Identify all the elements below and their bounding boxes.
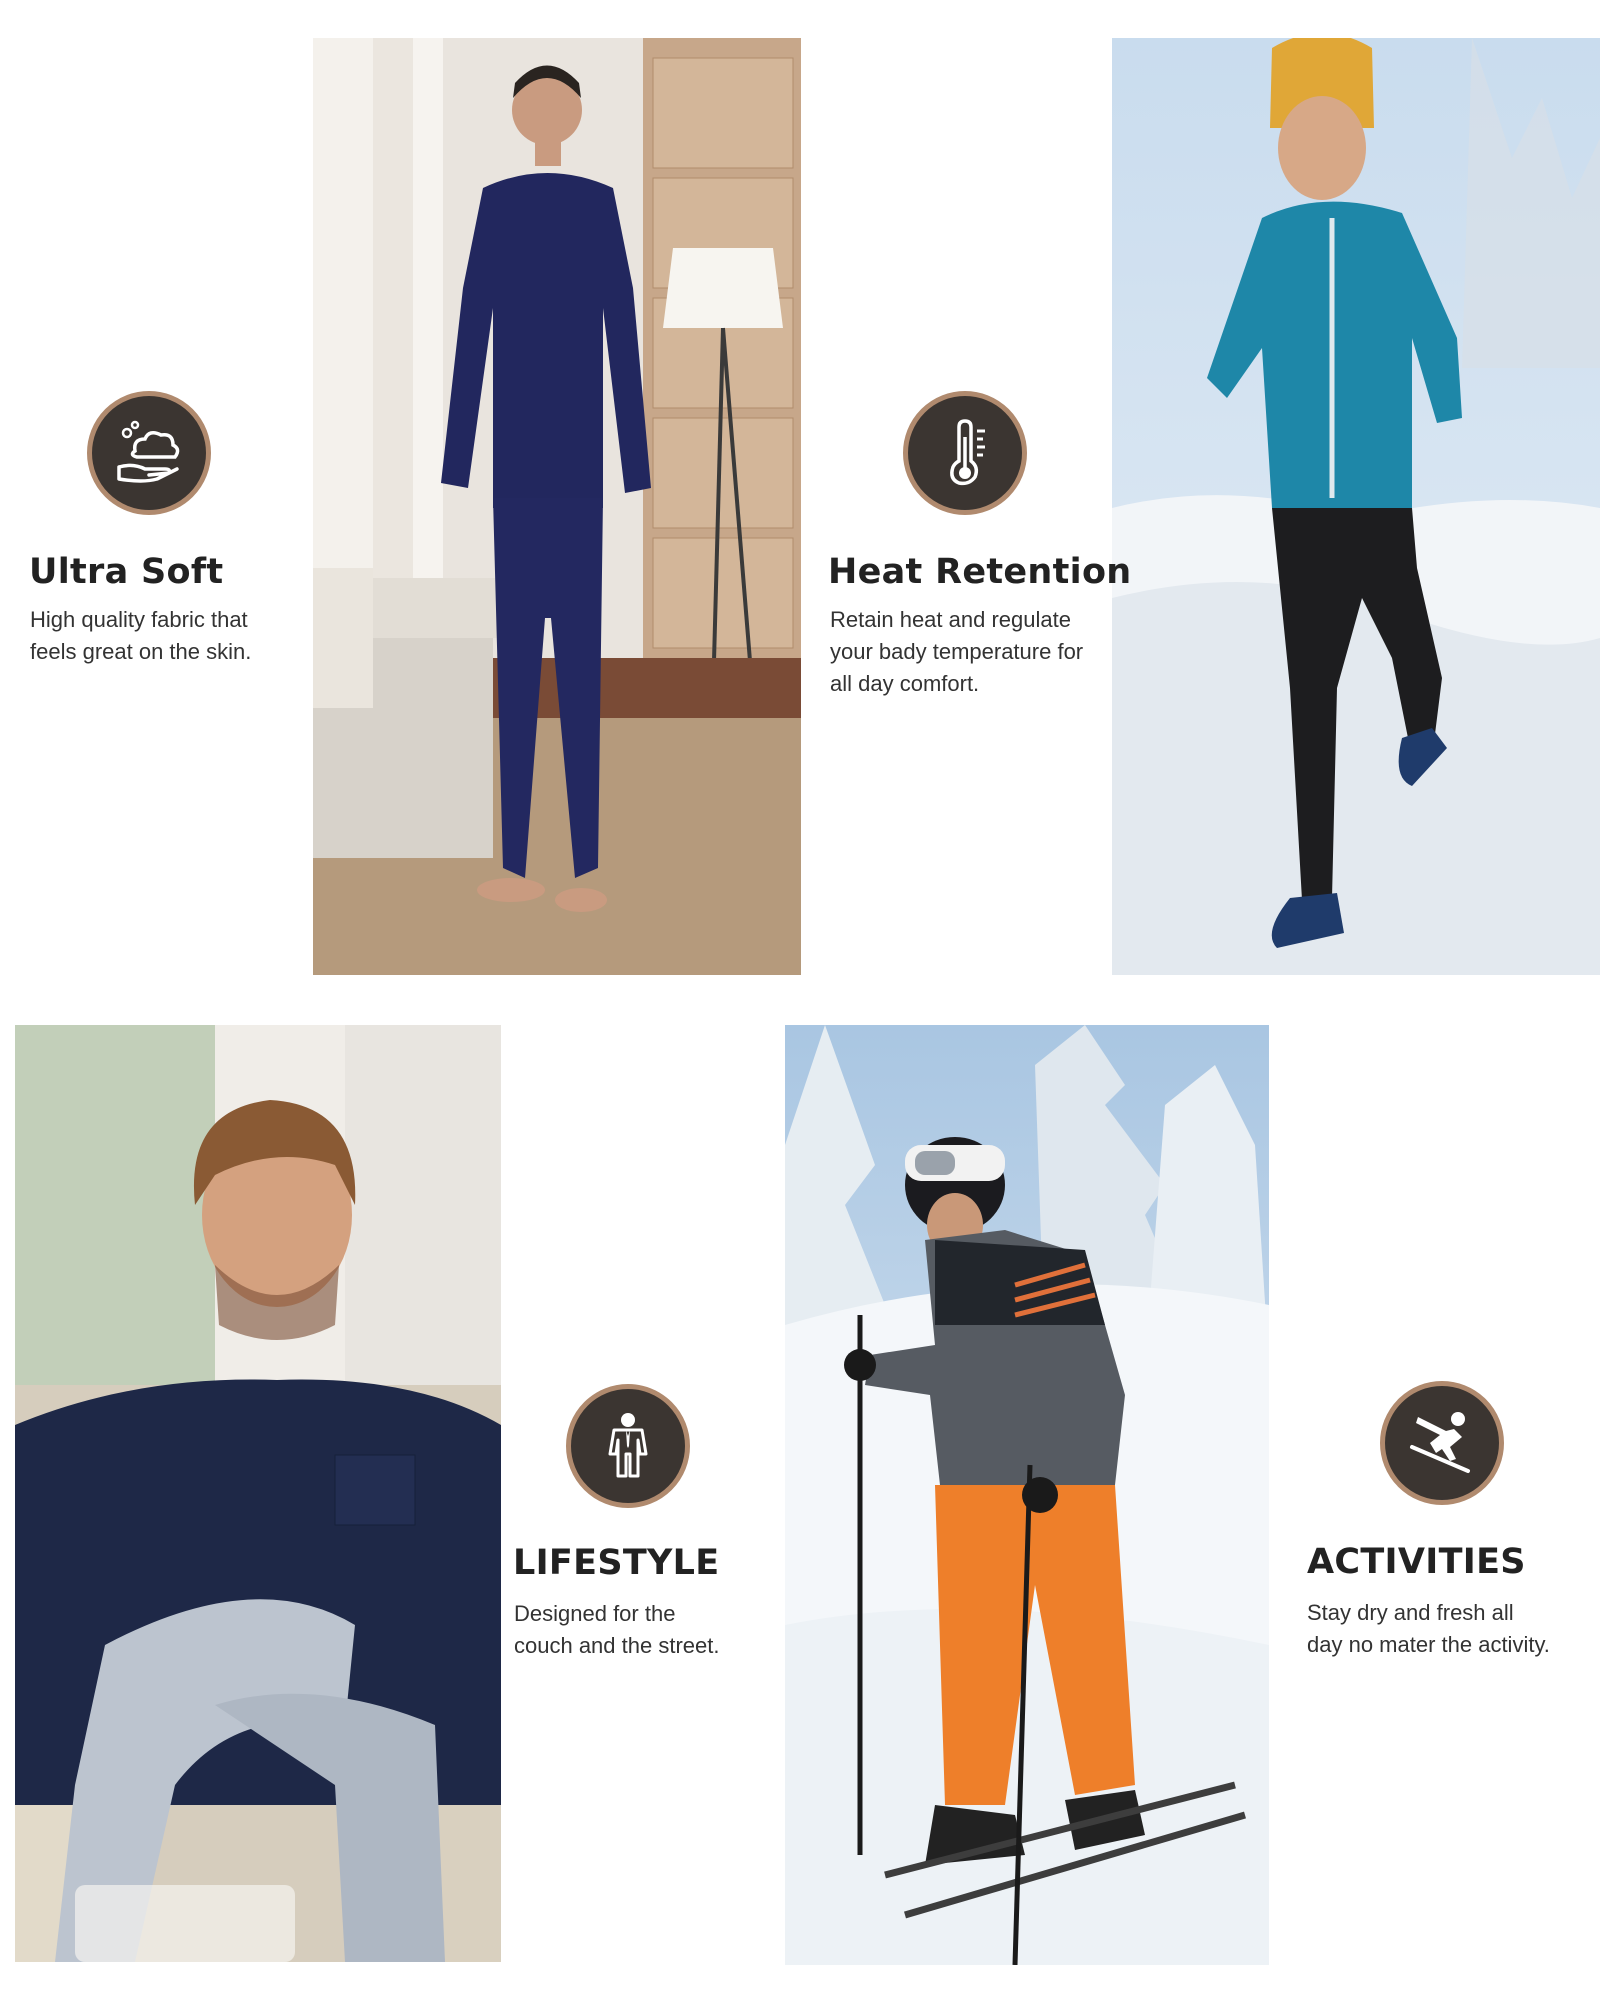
desc-line: all day comfort. (830, 671, 980, 696)
feature-title-lifestyle: LIFESTYLE (513, 1543, 720, 1583)
photo-man-lounging-couch (15, 1025, 501, 1962)
desc-line: Retain heat and regulate (830, 607, 1071, 632)
desc-line: feels great on the skin. (30, 639, 252, 664)
desc-line: couch and the street. (514, 1633, 720, 1658)
photo-skier (785, 1025, 1269, 1965)
desc-line: your bady temperature for (830, 639, 1084, 664)
desc-line: Designed for the (514, 1601, 676, 1626)
feature-title-activities: ACTIVITIES (1307, 1542, 1526, 1582)
photo-man-navy-thermal (313, 38, 801, 975)
skier-icon (1410, 1412, 1470, 1473)
feature-desc-activities: Stay dry and fresh all day no mater the … (1307, 1597, 1550, 1661)
feature-ultra-soft-badge (87, 391, 211, 515)
cloud-hand-icon (117, 420, 180, 483)
feature-desc-lifestyle: Designed for the couch and the street. (514, 1598, 719, 1662)
thermometer-icon (950, 419, 985, 486)
feature-desc-ultra-soft: High quality fabric that feels great on … (30, 604, 251, 668)
desc-line: day no mater the activity. (1307, 1632, 1550, 1657)
photo-man-running-snow (1112, 38, 1600, 975)
desc-line: Stay dry and fresh all (1307, 1600, 1514, 1625)
person-suit-icon (608, 1413, 648, 1478)
feature-desc-heat-retention: Retain heat and regulate your bady tempe… (830, 604, 1083, 700)
feature-heat-retention-badge (903, 391, 1027, 515)
feature-title-heat-retention: Heat Retention (828, 552, 1132, 592)
feature-activities-badge (1380, 1381, 1504, 1505)
desc-line: High quality fabric that (30, 607, 248, 632)
feature-title-ultra-soft: Ultra Soft (29, 552, 224, 592)
feature-lifestyle-badge (566, 1384, 690, 1508)
